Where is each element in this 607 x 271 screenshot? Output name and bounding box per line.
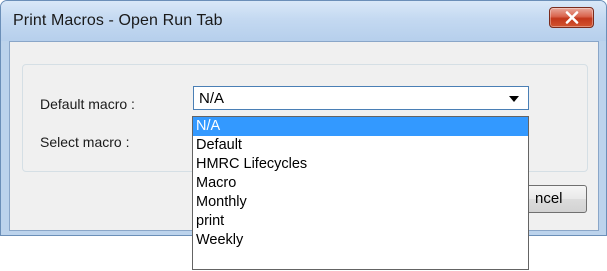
cancel-button-label: ncel — [535, 190, 563, 207]
macro-dropdown-list[interactable]: N/A Default HMRC Lifecycles Macro Monthl… — [192, 116, 529, 270]
dropdown-item-default[interactable]: Default — [193, 136, 528, 155]
dropdown-item-weekly[interactable]: Weekly — [193, 231, 528, 250]
default-macro-value: N/A — [199, 90, 225, 107]
default-macro-combobox[interactable]: N/A — [193, 86, 529, 110]
window-title: Print Macros - Open Run Tab — [13, 12, 223, 29]
dropdown-item-print[interactable]: print — [193, 212, 528, 231]
dropdown-item-macro[interactable]: Macro — [193, 174, 528, 193]
chevron-down-icon[interactable] — [509, 96, 519, 102]
dropdown-item-hmrc-lifecycles[interactable]: HMRC Lifecycles — [193, 155, 528, 174]
close-x-icon — [565, 11, 579, 24]
title-bar[interactable]: Print Macros - Open Run Tab — [1, 1, 606, 41]
dropdown-item-monthly[interactable]: Monthly — [193, 193, 528, 212]
select-macro-label: Select macro : — [40, 134, 130, 150]
close-button[interactable] — [549, 7, 594, 28]
default-macro-label: Default macro : — [40, 96, 135, 112]
dropdown-item-na[interactable]: N/A — [193, 117, 528, 136]
